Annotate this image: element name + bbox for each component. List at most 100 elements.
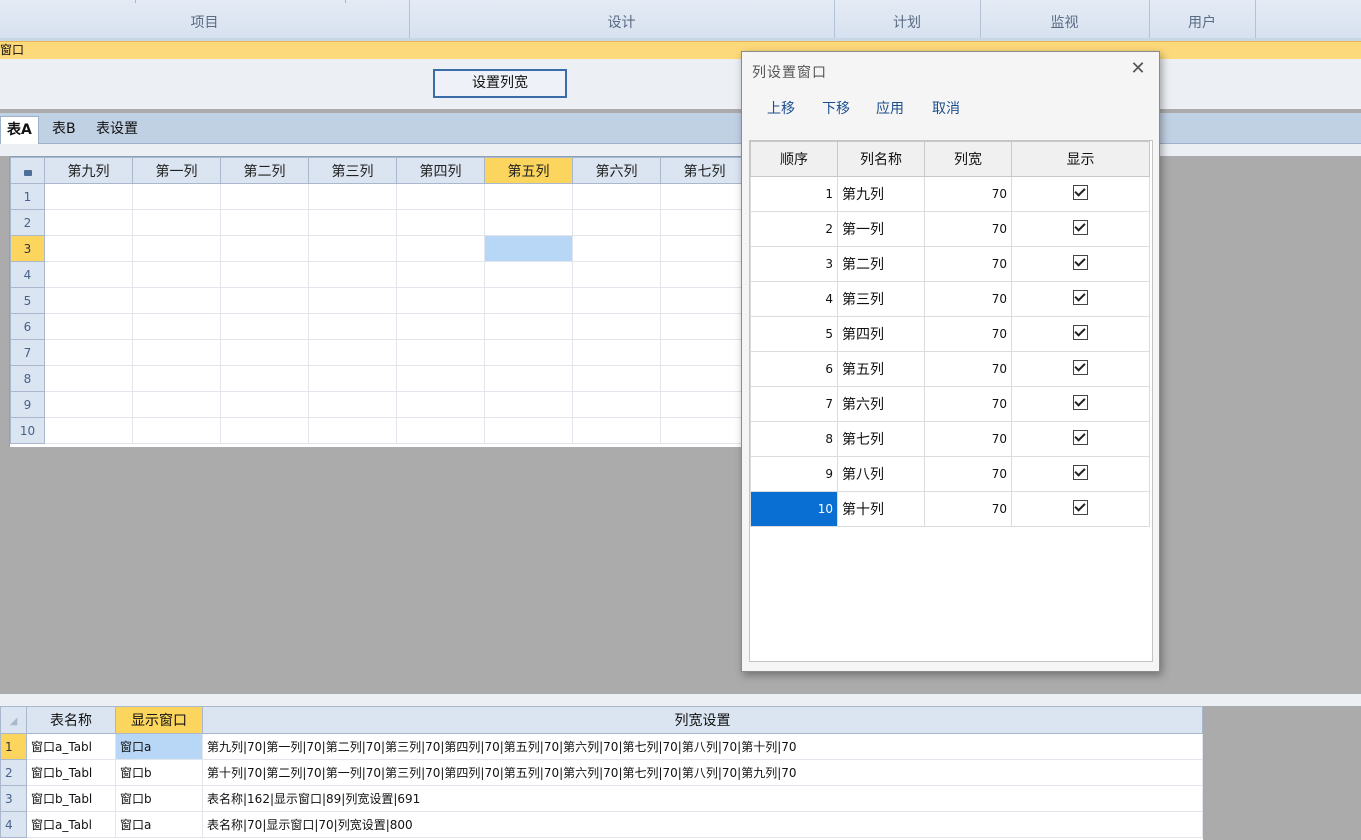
list-item[interactable]: 7 第六列 70 [750, 386, 1150, 422]
column-header-selected[interactable]: 第五列 [484, 157, 573, 184]
grid-cell[interactable] [44, 209, 133, 236]
grid-cell[interactable] [220, 339, 309, 366]
header-width[interactable]: 列宽 [924, 141, 1012, 177]
width-cell[interactable]: 70 [924, 386, 1012, 422]
tab-table-settings[interactable]: 表设置 [90, 116, 144, 143]
checkbox-checked[interactable] [1073, 499, 1088, 515]
list-item[interactable]: 10 第十列 70 [750, 491, 1150, 527]
list-item[interactable]: 3 第二列 70 [750, 246, 1150, 282]
grid-cell[interactable] [308, 235, 397, 262]
settings-grid[interactable]: ◢ 表名称 显示窗口 列宽设置 1 窗口a_Tabl 窗口a 第九列|70|第一列|7… [0, 706, 1203, 840]
name-cell[interactable]: 第一列 [837, 211, 925, 247]
checkbox-checked[interactable] [1073, 429, 1088, 445]
order-cell[interactable]: 5 [750, 316, 838, 352]
width-cell[interactable]: 70 [924, 176, 1012, 212]
column-header-window[interactable]: 显示窗口 [115, 706, 203, 734]
window-cell[interactable]: 窗口a [115, 811, 203, 838]
cancel-button[interactable]: 取消 [932, 98, 960, 118]
tab-table-a[interactable]: 表A [0, 116, 39, 144]
splitter[interactable] [0, 694, 1361, 706]
table-row[interactable]: 8 [10, 365, 749, 392]
grid-cell[interactable] [132, 391, 221, 418]
dialog-column-grid[interactable]: 顺序 列名称 列宽 显示 1 第九列 70 2 第一列 70 3 第二列 70 4 第三列 70 5 第四… [749, 140, 1153, 662]
close-icon[interactable]: ✕ [1129, 60, 1147, 78]
grid-cell[interactable] [308, 365, 397, 392]
grid-cell[interactable] [132, 235, 221, 262]
grid-cell[interactable] [308, 287, 397, 314]
show-cell[interactable] [1011, 456, 1150, 492]
table-name-cell[interactable]: 窗口a_Tabl [26, 811, 116, 838]
name-cell[interactable]: 第十列 [837, 491, 925, 527]
grid-cell[interactable] [660, 287, 749, 314]
grid-cell[interactable] [220, 365, 309, 392]
row-header[interactable]: 7 [10, 339, 45, 366]
grid-cell[interactable] [660, 417, 749, 444]
table-row[interactable]: 5 [10, 287, 749, 314]
grid-cell[interactable] [44, 417, 133, 444]
grid-cell[interactable] [44, 183, 133, 210]
row-header[interactable]: 5 [10, 287, 45, 314]
grid-cell[interactable] [484, 365, 573, 392]
grid-cell[interactable] [572, 261, 661, 288]
grid-cell[interactable] [396, 261, 485, 288]
name-cell[interactable]: 第四列 [837, 316, 925, 352]
row-header[interactable]: 4 [10, 261, 45, 288]
list-item[interactable]: 9 第八列 70 [750, 456, 1150, 492]
grid-cell[interactable] [308, 313, 397, 340]
row-header[interactable]: 9 [10, 391, 45, 418]
table-row[interactable]: 2 [10, 209, 749, 236]
width-cell[interactable]: 70 [924, 316, 1012, 352]
grid-cell[interactable] [44, 235, 133, 262]
grid-cell[interactable] [484, 313, 573, 340]
order-cell[interactable]: 2 [750, 211, 838, 247]
set-column-width-button[interactable]: 设置列宽 [433, 69, 567, 98]
table-row[interactable]: 3 [10, 235, 749, 262]
grid-cell[interactable] [396, 417, 485, 444]
show-cell[interactable] [1011, 316, 1150, 352]
grid-cell[interactable] [660, 313, 749, 340]
table-row[interactable]: 3 窗口b_Tabl 窗口b 表名称|162|显示窗口|89|列宽设置|691 [0, 785, 1203, 812]
grid-cell[interactable] [484, 183, 573, 210]
grid-cell[interactable] [396, 209, 485, 236]
table-row[interactable]: 6 [10, 313, 749, 340]
grid-cell[interactable] [308, 417, 397, 444]
show-cell[interactable] [1011, 246, 1150, 282]
grid-cell[interactable] [308, 391, 397, 418]
grid-cell[interactable] [132, 417, 221, 444]
main-grid[interactable]: 第九列 第一列 第二列 第三列 第四列 第五列 第六列 第七列 12345678… [9, 156, 760, 447]
row-header[interactable]: 3 [10, 235, 45, 262]
width-cell[interactable]: 70 [924, 211, 1012, 247]
width-cell[interactable]: 70 [924, 456, 1012, 492]
name-cell[interactable]: 第二列 [837, 246, 925, 282]
apply-button[interactable]: 应用 [876, 98, 904, 118]
grid-cell[interactable] [44, 339, 133, 366]
grid-cell[interactable] [396, 287, 485, 314]
move-down-button[interactable]: 下移 [822, 98, 850, 118]
list-item[interactable]: 2 第一列 70 [750, 211, 1150, 247]
grid-cell[interactable] [44, 365, 133, 392]
row-header[interactable]: 6 [10, 313, 45, 340]
show-cell[interactable] [1011, 281, 1150, 317]
row-header[interactable]: 8 [10, 365, 45, 392]
name-cell[interactable]: 第八列 [837, 456, 925, 492]
grid-cell[interactable] [220, 417, 309, 444]
window-cell[interactable]: 窗口a [115, 733, 203, 760]
grid-cell[interactable] [220, 183, 309, 210]
checkbox-checked[interactable] [1073, 219, 1088, 235]
grid-cell[interactable] [660, 365, 749, 392]
grid-cell[interactable] [484, 417, 573, 444]
settings-cell[interactable]: 表名称|70|显示窗口|70|列宽设置|800 [202, 811, 1203, 838]
row-header[interactable]: 1 [10, 183, 45, 210]
grid-cell[interactable] [396, 235, 485, 262]
grid-cell[interactable] [660, 261, 749, 288]
row-header[interactable]: 4 [0, 811, 27, 838]
table-row[interactable]: 7 [10, 339, 749, 366]
list-item[interactable]: 8 第七列 70 [750, 421, 1150, 457]
tab-table-b[interactable]: 表B [46, 116, 82, 143]
table-name-cell[interactable]: 窗口a_Tabl [26, 733, 116, 760]
checkbox-checked[interactable] [1073, 184, 1088, 200]
grid-cell[interactable] [44, 313, 133, 340]
grid-cell[interactable] [308, 183, 397, 210]
name-cell[interactable]: 第三列 [837, 281, 925, 317]
settings-cell[interactable]: 第十列|70|第二列|70|第一列|70|第三列|70|第四列|70|第五列|7… [202, 759, 1203, 786]
